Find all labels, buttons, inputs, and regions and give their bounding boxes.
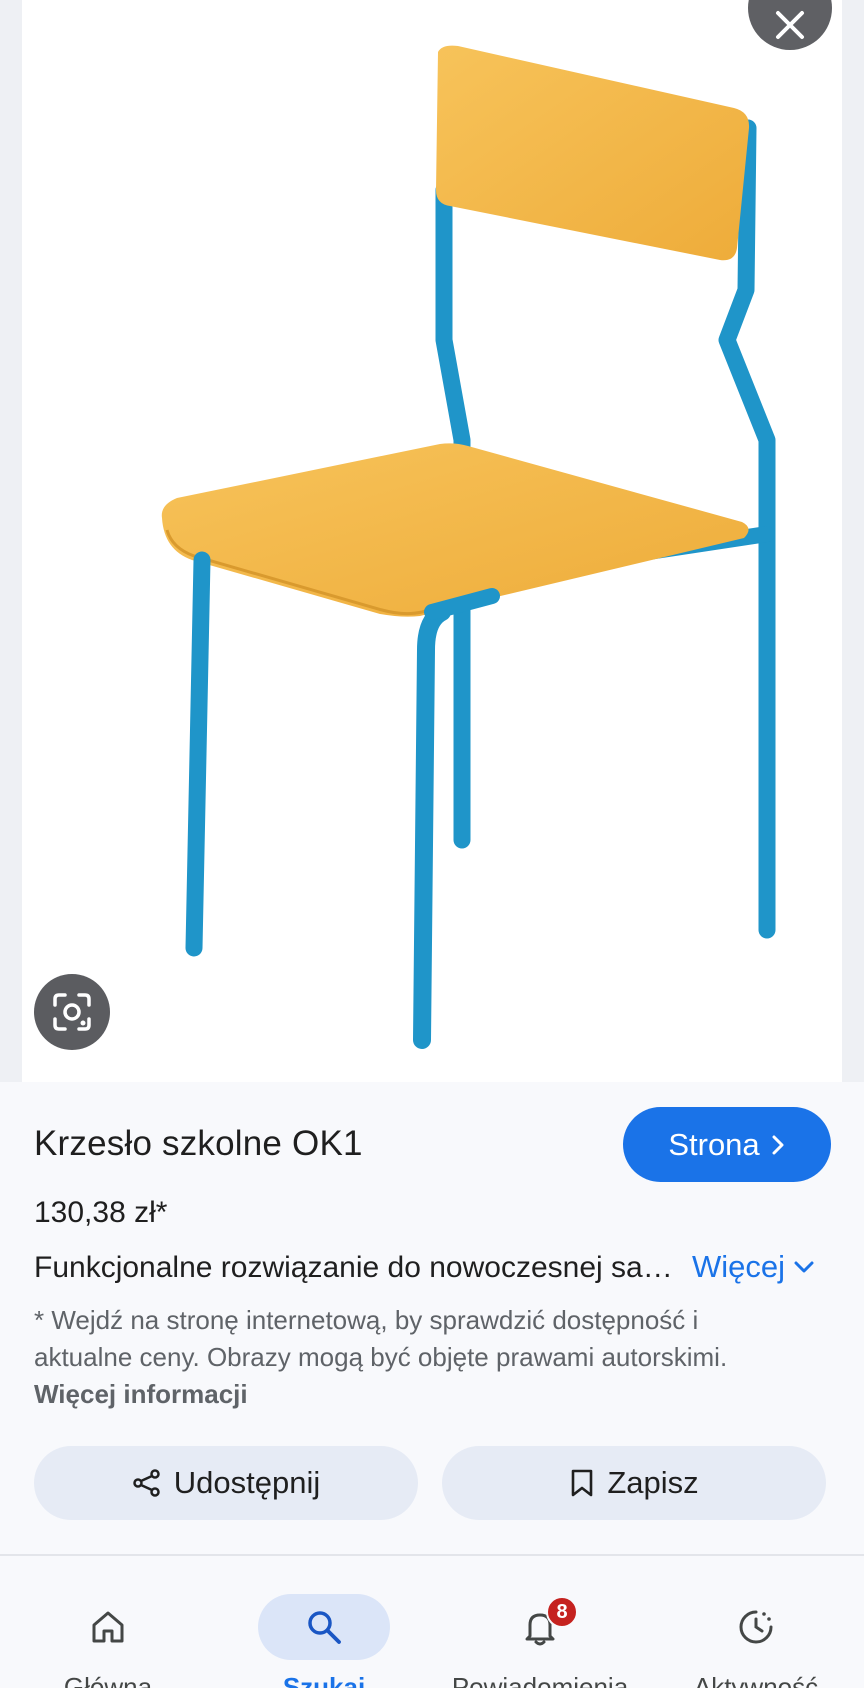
nav-pill [474,1594,606,1660]
nav-item-notifications[interactable]: 8 Powiadomienia [432,1556,648,1688]
nav-pill [42,1594,174,1660]
more-button[interactable]: Więcej [692,1249,815,1285]
notification-badge: 8 [546,1596,578,1628]
lens-search-button[interactable] [34,974,110,1050]
nav-pill [690,1594,822,1660]
nav-label: Powiadomienia [451,1672,629,1688]
save-button[interactable]: Zapisz [442,1446,826,1520]
home-icon [92,1611,124,1643]
product-title: Krzesło szkolne OK1 [34,1124,363,1163]
save-label: Zapisz [607,1465,699,1500]
nav-pill [258,1594,390,1660]
chair-image [161,45,776,1049]
visit-site-label: Strona [668,1126,760,1162]
bookmark-icon [572,1469,593,1497]
share-label: Udostępnij [173,1465,321,1500]
nav-label: Główna [63,1672,153,1688]
nav-item-home[interactable]: Główna [0,1556,216,1688]
disclaimer: * Wejdź na stronę internetową, by sprawd… [34,1302,794,1413]
lens-icon [53,993,91,1031]
bottom-navigation: Główna Szukaj 8 Powiadomienia Aktywność [0,1556,864,1688]
nav-label: Aktywność [693,1672,819,1688]
nav-item-search[interactable]: Szukaj [216,1556,432,1688]
activity-icon [739,1610,773,1644]
product-image[interactable] [22,0,842,1082]
nav-label: Szukaj [282,1672,366,1688]
search-icon [308,1611,341,1644]
share-icon [133,1469,160,1497]
more-info-link[interactable]: Więcej informacji [34,1379,248,1409]
chevron-right-icon [772,1135,784,1154]
nav-item-activity[interactable]: Aktywność [648,1556,864,1688]
google-image-result-page: Krzesło szkolne OK1 Strona 130,38 zł* Fu… [0,0,864,1688]
chevron-down-icon [794,1261,814,1273]
product-description: Funkcjonalne rozwiązanie do nowoczesnej … [34,1251,674,1284]
disclaimer-text: * Wejdź na stronę internetową, by sprawd… [34,1305,728,1372]
more-label: Więcej [692,1249,786,1284]
product-price: 130,38 zł* [34,1196,168,1229]
image-viewer [0,0,864,1082]
visit-site-button[interactable]: Strona [623,1107,831,1182]
close-icon [776,11,804,39]
share-button[interactable]: Udostępnij [34,1446,418,1520]
